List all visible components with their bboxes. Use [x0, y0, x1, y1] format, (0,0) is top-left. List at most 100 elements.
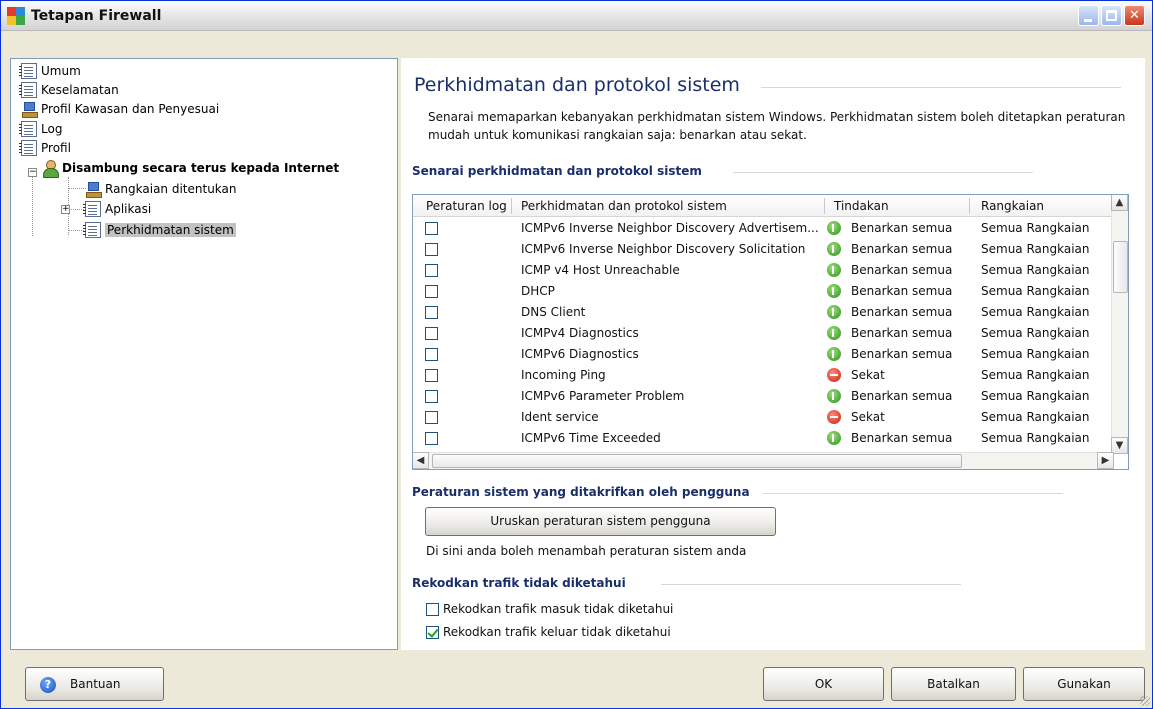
network-value[interactable]: Semua Rangkaian: [981, 347, 1111, 361]
column-header-action[interactable]: Tindakan: [834, 199, 889, 213]
log-rule-checkbox[interactable]: [425, 222, 438, 235]
service-name: ICMP v4 Host Unreachable: [521, 263, 680, 277]
action-value[interactable]: Sekat: [851, 410, 966, 424]
manage-user-rules-button[interactable]: Uruskan peraturan sistem pengguna: [425, 507, 776, 536]
network-value[interactable]: Semua Rangkaian: [981, 368, 1111, 382]
collapse-toggle[interactable]: −: [28, 168, 37, 177]
network-value[interactable]: Semua Rangkaian: [981, 389, 1111, 403]
network-value[interactable]: Semua Rangkaian: [981, 410, 1111, 424]
tree-item-profil-kawasan[interactable]: Profil Kawasan dan Penyesuai: [21, 100, 219, 118]
tree-item-profile-direct[interactable]: Disambung secara terus kepada Internet: [42, 159, 339, 178]
action-value[interactable]: Benarkan semua: [851, 305, 966, 319]
tree-item-label: Profil: [41, 141, 71, 155]
table-row[interactable]: ICMPv6 Inverse Neighbor Discovery Solici…: [413, 239, 1113, 260]
scroll-right-button[interactable]: ▶: [1097, 452, 1114, 469]
scroll-thumb[interactable]: [432, 454, 962, 468]
network-value[interactable]: Semua Rangkaian: [981, 221, 1111, 235]
table-row[interactable]: Incoming Ping Sekat Semua Rangkaian: [413, 365, 1113, 386]
cancel-button[interactable]: Batalkan: [891, 667, 1016, 701]
scroll-up-button[interactable]: ▲: [1111, 195, 1128, 211]
network-value[interactable]: Semua Rangkaian: [981, 305, 1111, 319]
log-rule-checkbox[interactable]: [425, 411, 438, 424]
user-rules-note: Di sini anda boleh menambah peraturan si…: [426, 544, 747, 558]
expand-toggle[interactable]: +: [61, 205, 70, 214]
log-outgoing-checkbox[interactable]: [426, 625, 439, 639]
minimize-button[interactable]: [1078, 5, 1099, 26]
log-rule-checkbox[interactable]: [425, 369, 438, 382]
allow-icon: [827, 242, 841, 256]
column-separator[interactable]: [824, 198, 825, 214]
column-separator[interactable]: [511, 198, 512, 214]
divider: [761, 87, 1121, 88]
user-rules-section-title: Peraturan sistem yang ditakrifkan oleh p…: [412, 485, 750, 499]
page-title: Perkhidmatan dan protokol sistem: [414, 74, 740, 96]
log-rule-checkbox[interactable]: [425, 327, 438, 340]
network-value[interactable]: Semua Rangkaian: [981, 242, 1111, 256]
horizontal-scrollbar[interactable]: ◀ ▶: [413, 452, 1114, 469]
action-value[interactable]: Benarkan semua: [851, 263, 966, 277]
table-row[interactable]: ICMPv6 Diagnostics Benarkan semua Semua Ra…: [413, 344, 1113, 365]
service-name: ICMPv6 Diagnostics: [521, 347, 639, 361]
help-button[interactable]: ? Bantuan: [25, 667, 164, 701]
table-row[interactable]: Ident service Sekat Semua Rangkaian: [413, 407, 1113, 428]
table-row[interactable]: ICMPv4 Diagnostics Benarkan semua Semua Ra…: [413, 323, 1113, 344]
apply-button[interactable]: Gunakan: [1023, 667, 1145, 701]
log-rule-checkbox[interactable]: [425, 243, 438, 256]
column-separator[interactable]: [969, 198, 970, 214]
action-value[interactable]: Benarkan semua: [851, 221, 966, 235]
tree-item-log[interactable]: Log: [19, 120, 62, 138]
table-row[interactable]: ICMPv6 Parameter Problem Benarkan semua Se…: [413, 386, 1113, 407]
service-name: ICMPv4 Diagnostics: [521, 326, 639, 340]
log-rule-checkbox[interactable]: [425, 306, 438, 319]
tree-item-aplikasi[interactable]: Aplikasi: [83, 200, 151, 218]
column-header-network[interactable]: Rangkaian: [981, 199, 1044, 213]
tree-item-keselamatan[interactable]: Keselamatan: [19, 81, 119, 99]
action-value[interactable]: Benarkan semua: [851, 326, 966, 340]
network-value[interactable]: Semua Rangkaian: [981, 263, 1111, 277]
log-outgoing-option[interactable]: Rekodkan trafik keluar tidak diketahui: [426, 624, 671, 640]
maximize-button[interactable]: [1101, 5, 1122, 26]
tree-item-rangkaian[interactable]: Rangkaian ditentukan: [85, 180, 237, 198]
action-value[interactable]: Sekat: [851, 368, 966, 382]
tree-item-umum[interactable]: Umum: [19, 62, 81, 80]
action-value[interactable]: Benarkan semua: [851, 284, 966, 298]
help-icon: ?: [40, 676, 56, 693]
scroll-left-button[interactable]: ◀: [413, 452, 429, 469]
action-value[interactable]: Benarkan semua: [851, 242, 966, 256]
ok-button[interactable]: OK: [763, 667, 884, 701]
log-rule-checkbox[interactable]: [425, 285, 438, 298]
table-row[interactable]: ICMPv6 Time Exceeded Benarkan semua Semua …: [413, 428, 1113, 449]
table-row[interactable]: DHCP Benarkan semua Semua Rangkaian: [413, 281, 1113, 302]
tree-item-profil[interactable]: Profil: [19, 139, 71, 157]
document-icon: [19, 63, 37, 79]
table-row[interactable]: ICMPv6 Inverse Neighbor Discovery Advert…: [413, 218, 1113, 239]
network-value[interactable]: Semua Rangkaian: [981, 284, 1111, 298]
block-icon: [827, 368, 841, 382]
log-rule-checkbox[interactable]: [425, 432, 438, 445]
title-bar[interactable]: Tetapan Firewall ✕: [1, 1, 1152, 31]
tree-item-perkhidmatan-sistem[interactable]: Perkhidmatan sistem: [83, 221, 236, 239]
action-value[interactable]: Benarkan semua: [851, 431, 966, 445]
log-rule-checkbox[interactable]: [425, 348, 438, 361]
table-row[interactable]: DNS Client Benarkan semua Semua Rangkaian: [413, 302, 1113, 323]
log-incoming-checkbox[interactable]: [426, 602, 439, 616]
close-button[interactable]: ✕: [1124, 5, 1145, 26]
scroll-thumb[interactable]: [1113, 241, 1128, 293]
column-header-log[interactable]: Peraturan log: [426, 199, 507, 213]
log-rule-checkbox[interactable]: [425, 264, 438, 277]
table-row[interactable]: ICMP v4 Host Unreachable Benarkan semua Se…: [413, 260, 1113, 281]
column-header-service[interactable]: Perkhidmatan dan protokol sistem: [521, 199, 727, 213]
network-value[interactable]: Semua Rangkaian: [981, 326, 1111, 340]
resize-grip[interactable]: [1140, 696, 1150, 706]
vertical-scrollbar[interactable]: ▲ ▼: [1111, 195, 1128, 454]
allow-icon: [827, 284, 841, 298]
tree-item-label: Umum: [41, 64, 81, 78]
log-rule-checkbox[interactable]: [425, 390, 438, 403]
block-icon: [827, 410, 841, 424]
network-value[interactable]: Semua Rangkaian: [981, 431, 1111, 445]
services-list[interactable]: Peraturan log Perkhidmatan dan protokol …: [412, 194, 1129, 470]
action-value[interactable]: Benarkan semua: [851, 347, 966, 361]
list-header: Peraturan log Perkhidmatan dan protokol …: [413, 195, 1113, 217]
action-value[interactable]: Benarkan semua: [851, 389, 966, 403]
log-incoming-option[interactable]: Rekodkan trafik masuk tidak diketahui: [426, 601, 673, 617]
